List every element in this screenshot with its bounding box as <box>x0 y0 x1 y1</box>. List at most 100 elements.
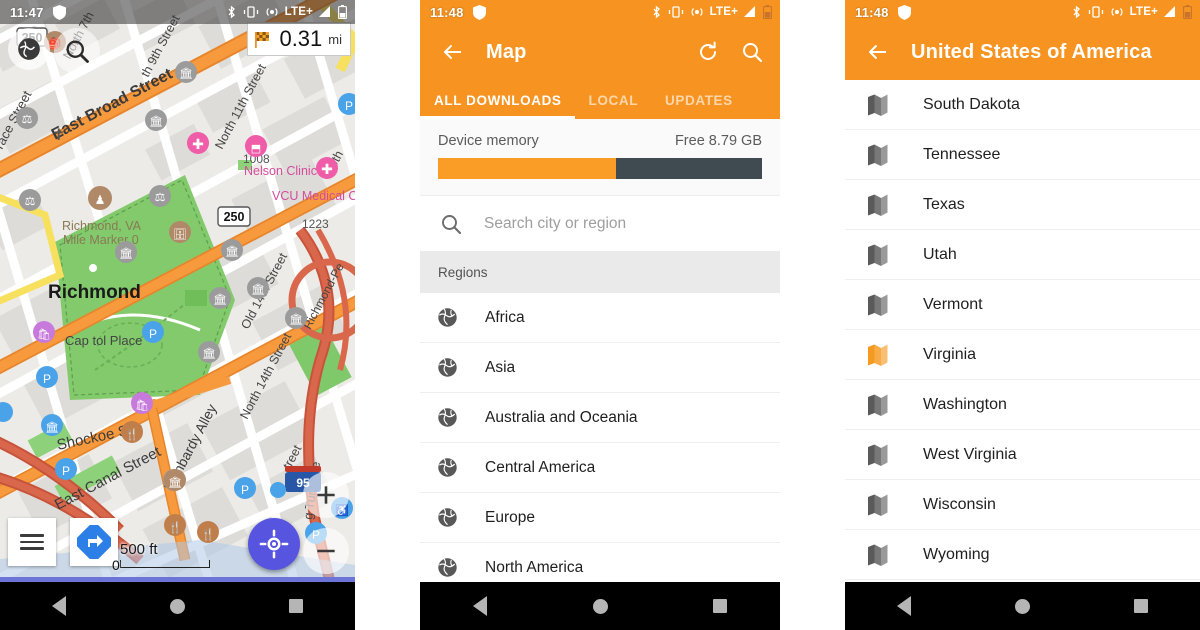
device-memory-free: Free 8.79 GB <box>674 133 762 149</box>
state-row[interactable]: Tennessee <box>845 130 1200 180</box>
state-label: Wyoming <box>923 545 990 563</box>
android-nav-bar-states <box>845 582 1200 630</box>
svg-text:P: P <box>43 372 51 386</box>
globe-icon <box>438 458 457 477</box>
regions-list: Africa Asia Australia and Oceania Central A… <box>420 293 780 593</box>
svg-text:🛍: 🛍 <box>135 399 149 412</box>
status-icons: LTE+ <box>226 5 347 19</box>
region-row[interactable]: Africa <box>420 293 780 343</box>
folded-map-icon <box>868 444 888 466</box>
back-button[interactable] <box>859 33 897 71</box>
bluetooth-icon <box>651 5 662 19</box>
map-scale-line <box>120 560 210 568</box>
state-label: Texas <box>923 195 965 213</box>
status-icons: LTE+ <box>1071 5 1192 19</box>
folded-map-icon-wrap <box>867 193 901 217</box>
folded-map-icon <box>868 244 888 266</box>
svg-text:🏛: 🏛 <box>225 245 239 258</box>
state-row[interactable]: Wisconsin <box>845 480 1200 530</box>
globe-icon <box>438 508 457 527</box>
svg-text:🗄: 🗄 <box>173 228 187 241</box>
tab-local[interactable]: LOCAL <box>589 93 652 120</box>
map-my-location-button[interactable] <box>248 518 300 570</box>
state-row[interactable]: West Virginia <box>845 430 1200 480</box>
nav-recents-button[interactable] <box>266 582 326 630</box>
state-row[interactable]: Vermont <box>845 280 1200 330</box>
map-tiles: race Street North 7th th 9th Street Nort… <box>0 0 355 582</box>
status-bar-downloads: 11:48 LTE+ <box>420 0 780 24</box>
folded-map-icon-wrap <box>867 443 901 467</box>
state-row[interactable]: Utah <box>845 230 1200 280</box>
svg-text:1223: 1223 <box>302 217 329 231</box>
globe-icon-wrap <box>436 306 470 329</box>
refresh-button[interactable] <box>686 30 730 74</box>
vibrate-icon <box>1088 5 1104 19</box>
state-row[interactable]: Washington <box>845 380 1200 430</box>
shield-icon <box>472 4 486 20</box>
region-row[interactable]: Australia and Oceania <box>420 393 780 443</box>
region-row[interactable]: Asia <box>420 343 780 393</box>
tab-updates[interactable]: UPDATES <box>665 93 746 120</box>
globe-icon <box>438 558 457 577</box>
folded-map-icon <box>868 394 888 416</box>
signal-bars-icon <box>744 6 757 18</box>
region-row[interactable]: Europe <box>420 493 780 543</box>
map-scale-label: 500 ft <box>120 541 158 558</box>
search-button[interactable] <box>730 30 774 74</box>
page-title: Map <box>486 40 527 63</box>
map-search-button[interactable] <box>54 28 100 74</box>
map-canvas[interactable]: race Street North 7th th 9th Street Nort… <box>0 0 355 582</box>
state-row-downloaded[interactable]: Virginia <box>845 330 1200 380</box>
hamburger-menu-icon <box>20 530 44 554</box>
search-input-placeholder[interactable]: Search city or region <box>484 215 626 233</box>
signal-bars-icon <box>319 6 332 18</box>
state-row[interactable]: Texas <box>845 180 1200 230</box>
nav-back-button[interactable] <box>874 582 934 630</box>
tab-all-downloads[interactable]: ALL DOWNLOADS <box>420 93 575 120</box>
nav-recents-button[interactable] <box>1111 582 1171 630</box>
search-city-row[interactable]: Search city or region <box>420 196 780 251</box>
android-nav-bar-downloads <box>420 582 780 630</box>
map-zoom-out-button[interactable] <box>303 528 349 574</box>
folded-map-icon <box>868 544 888 566</box>
svg-text:Richmond: Richmond <box>48 282 141 303</box>
map-menu-button[interactable] <box>8 518 56 566</box>
search-icon <box>743 43 763 63</box>
region-row[interactable]: Central America <box>420 443 780 493</box>
region-label: Australia and Oceania <box>485 408 638 426</box>
nav-recents-button[interactable] <box>690 582 750 630</box>
nav-home-button[interactable] <box>147 582 207 630</box>
back-arrow-icon <box>444 45 461 59</box>
device-memory-label: Device memory <box>438 133 539 149</box>
back-arrow-icon <box>869 45 886 59</box>
map-navigate-button[interactable] <box>70 518 118 566</box>
svg-text:⚖: ⚖ <box>25 194 36 208</box>
nav-home-button[interactable] <box>570 582 630 630</box>
state-row[interactable]: Wyoming <box>845 530 1200 580</box>
globe-icon-wrap <box>436 506 470 529</box>
state-label: Wisconsin <box>923 495 996 513</box>
hotspot-icon <box>265 5 279 19</box>
svg-text:250: 250 <box>224 210 245 224</box>
svg-text:Nelson Clinic: Nelson Clinic <box>244 164 317 178</box>
svg-text:🛍: 🛍 <box>37 328 51 341</box>
folded-map-icon-wrap <box>867 493 901 517</box>
device-memory-bar <box>438 158 762 179</box>
svg-text:♟: ♟ <box>95 193 106 207</box>
nav-home-button[interactable] <box>992 582 1052 630</box>
globe-icon <box>438 408 457 427</box>
globe-icon <box>438 308 457 327</box>
state-label: Washington <box>923 395 1007 413</box>
nav-back-button[interactable] <box>29 582 89 630</box>
nav-back-button[interactable] <box>450 582 510 630</box>
state-label: Utah <box>923 245 957 263</box>
map-zoom-in-button[interactable] <box>303 472 349 518</box>
search-icon <box>66 40 89 63</box>
state-row[interactable]: South Dakota <box>845 80 1200 130</box>
globe-icon-wrap <box>436 456 470 479</box>
back-button[interactable] <box>434 33 472 71</box>
svg-text:🏛: 🏛 <box>213 293 227 306</box>
state-label: Vermont <box>923 295 983 313</box>
globe-icon <box>438 358 457 377</box>
map-globe-button[interactable] <box>8 28 50 70</box>
